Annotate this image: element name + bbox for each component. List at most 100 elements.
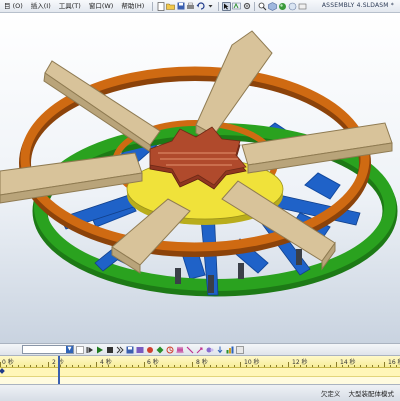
toolbar-separator: [152, 1, 154, 11]
timeline-tick: [216, 365, 217, 367]
timeline-tick: [168, 365, 169, 367]
contact-icon[interactable]: [206, 346, 214, 354]
timeline-tick: [36, 365, 37, 367]
assembly-model: [0, 30, 398, 297]
timeline-tick: [90, 365, 91, 367]
timeline-tick: [18, 365, 19, 367]
display-style-icon[interactable]: [278, 2, 287, 11]
scene-icon[interactable]: [288, 2, 297, 11]
animation-wizard-icon[interactable]: [136, 346, 144, 354]
rebuild-icon[interactable]: [232, 2, 242, 11]
play-from-start-icon[interactable]: [86, 346, 94, 354]
timeline-tick: [390, 365, 391, 367]
time-bar[interactable]: [58, 356, 60, 384]
timeline-tick: [366, 365, 367, 367]
add-key-icon[interactable]: [156, 346, 164, 354]
timeline-tick: [300, 365, 301, 367]
timeline-tick: [60, 365, 61, 367]
status-mode: 大型装配体模式: [348, 390, 395, 398]
gravity-icon[interactable]: [216, 346, 224, 354]
timeline-tick: [12, 365, 13, 367]
timeline-tick: [102, 365, 103, 367]
timeline-ruler: 0 秒 2 秒 4 秒 6 秒 8 秒 10 秒 12 秒 14 秒 16 秒: [0, 356, 400, 368]
menu-item-window[interactable]: 窗口(W): [85, 0, 118, 12]
print-icon[interactable]: [186, 2, 195, 11]
view-orientation-icon[interactable]: [268, 1, 278, 11]
results-icon[interactable]: [226, 346, 234, 354]
timeline-tick: [324, 365, 325, 367]
timeline-tick: [282, 365, 283, 367]
status-bar: 欠定义 大型装配体模式: [0, 384, 400, 401]
study-properties-icon[interactable]: [236, 345, 244, 354]
timeline-tick: [204, 365, 205, 367]
timeline-tick: [186, 365, 187, 367]
zoom-icon[interactable]: [258, 2, 267, 11]
toolbar-separator: [218, 1, 220, 11]
timeline-tick: [372, 365, 373, 367]
timeline-tick: [132, 365, 133, 367]
timeline-tick: [120, 365, 121, 367]
timeline-tick: [240, 362, 241, 367]
timeline-tick: [198, 365, 199, 367]
menu-item-view[interactable]: 目 (O): [0, 0, 27, 12]
spring-icon[interactable]: [176, 346, 184, 354]
play-icon[interactable]: [96, 346, 104, 354]
timeline-tick: [360, 365, 361, 367]
timeline-tick: [162, 365, 163, 367]
status-text: 欠定义 大型装配体模式: [315, 388, 394, 398]
damper-icon[interactable]: [186, 346, 194, 354]
timeline-tick: [72, 365, 73, 367]
save-icon[interactable]: [176, 2, 185, 11]
timeline-tick: [30, 365, 31, 367]
autokey-icon[interactable]: [146, 346, 154, 354]
timeline-tick: [222, 365, 223, 367]
timeline-tick: [84, 365, 85, 367]
timeline-tick: [336, 362, 337, 367]
timeline-tick: [174, 365, 175, 367]
open-icon[interactable]: [166, 2, 176, 11]
timeline-tick: [234, 365, 235, 367]
timeline-tick: [396, 365, 397, 367]
status-definition: 欠定义: [320, 390, 341, 398]
timeline-tick: [96, 362, 97, 367]
timeline-tick: [294, 365, 295, 367]
timeline-tick: [306, 365, 307, 367]
save-animation-icon[interactable]: [126, 346, 134, 354]
motor-icon[interactable]: [166, 346, 174, 354]
timeline-track[interactable]: [0, 377, 400, 384]
redo-dropdown-icon[interactable]: [206, 2, 215, 11]
options-icon[interactable]: [242, 2, 251, 11]
undo-icon[interactable]: [196, 2, 205, 11]
stop-icon[interactable]: [106, 346, 114, 354]
calculate-icon[interactable]: [76, 345, 84, 354]
timeline-tick: [156, 365, 157, 367]
standard-toolbar: [150, 1, 307, 11]
timeline-tick: [348, 365, 349, 367]
timeline-tick: [210, 365, 211, 367]
timeline-tick: [48, 362, 49, 367]
timeline-tick: [378, 365, 379, 367]
timeline-tick: [66, 365, 67, 367]
menu-bar: 目 (O) 插入(I) 工具(T) 窗口(W) 帮助(H) ASSEMBLY 4…: [0, 0, 400, 13]
graphics-viewport[interactable]: [0, 13, 400, 343]
menu-item-help[interactable]: 帮助(H): [117, 0, 148, 12]
menu-item-insert[interactable]: 插入(I): [27, 0, 55, 12]
view-settings-icon[interactable]: [298, 2, 307, 11]
timeline-tick: [312, 365, 313, 367]
timeline-track[interactable]: [0, 368, 400, 377]
timeline-tick: [228, 365, 229, 367]
select-icon[interactable]: [222, 1, 232, 11]
motion-timeline[interactable]: 0 秒 2 秒 4 秒 6 秒 8 秒 10 秒 12 秒 14 秒 16 秒: [0, 356, 400, 384]
study-type-select[interactable]: ▼: [22, 345, 74, 354]
menu-item-tools[interactable]: 工具(T): [55, 0, 85, 12]
timeline-tick: [180, 365, 181, 367]
force-icon[interactable]: [196, 346, 204, 354]
timeline-tick: [276, 365, 277, 367]
motion-study-toolbar: ▼: [0, 343, 400, 356]
timeline-tick: [114, 365, 115, 367]
timeline-tick: [0, 362, 1, 367]
new-icon[interactable]: [156, 1, 165, 11]
timeline-tick: [264, 365, 265, 367]
playback-speed-icon[interactable]: [116, 346, 124, 354]
timeline-tick: [54, 365, 55, 367]
